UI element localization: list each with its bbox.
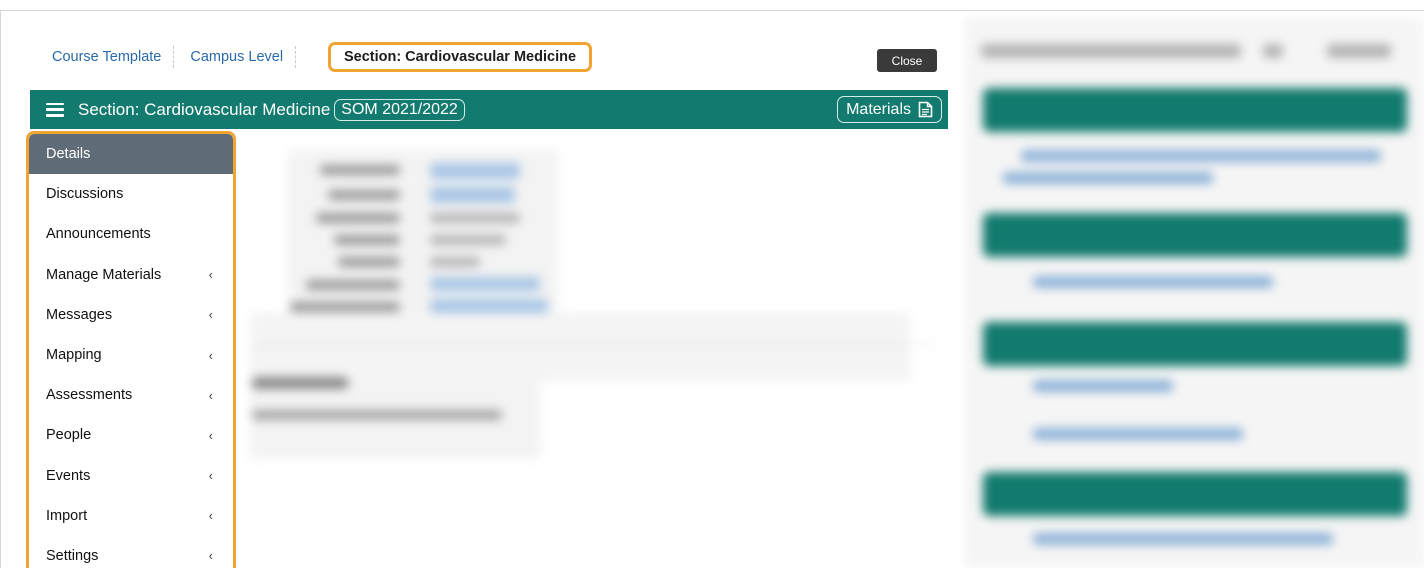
nav-item-messages[interactable]: Messages ‹	[29, 295, 233, 335]
details-content-blurred	[250, 145, 940, 465]
nav-item-settings[interactable]: Settings ‹	[29, 536, 233, 568]
nav-item-label: Details	[46, 146, 91, 163]
nav-item-label: Assessments	[46, 387, 133, 404]
nav-item-discussions[interactable]: Discussions	[29, 174, 233, 214]
nav-item-people[interactable]: People ‹	[29, 415, 233, 455]
nav-item-label: Discussions	[46, 186, 124, 203]
materials-label: Materials	[846, 100, 911, 118]
nav-item-label: Messages	[46, 306, 113, 323]
nav-item-label: Manage Materials	[46, 266, 162, 283]
nav-item-label: Mapping	[46, 347, 102, 364]
nav-item-assessments[interactable]: Assessments ‹	[29, 375, 233, 415]
section-nav-menu: Details Discussions Announcements Manage Ma…	[26, 131, 236, 568]
chevron-left-icon: ‹	[208, 307, 213, 323]
nav-item-details[interactable]: Details	[29, 134, 233, 175]
breadcrumb: Course Template Campus Level Section: Ca…	[52, 42, 592, 72]
breadcrumb-course-template[interactable]: Course Template	[52, 49, 161, 65]
chevron-left-icon: ‹	[208, 267, 213, 283]
section-title: Section: Cardiovascular Medicine	[78, 99, 331, 119]
nav-item-mapping[interactable]: Mapping ‹	[29, 335, 233, 375]
nav-item-import[interactable]: Import ‹	[29, 496, 233, 536]
breadcrumb-divider	[173, 46, 175, 68]
chevron-left-icon: ‹	[208, 427, 213, 443]
chevron-left-icon: ‹	[208, 347, 213, 363]
chevron-left-icon: ‹	[208, 548, 213, 564]
breadcrumb-current-section[interactable]: Section: Cardiovascular Medicine	[328, 42, 592, 72]
nav-item-announcements[interactable]: Announcements	[29, 214, 233, 254]
nav-item-label: People	[46, 427, 92, 444]
nav-item-label: Announcements	[46, 226, 151, 243]
document-icon	[918, 101, 933, 118]
breadcrumb-divider	[295, 46, 297, 68]
nav-item-label: Settings	[46, 547, 99, 564]
term-badge: SOM 2021/2022	[334, 98, 465, 121]
hamburger-icon[interactable]	[46, 102, 64, 117]
chevron-left-icon: ‹	[208, 508, 213, 524]
nav-item-label: Events	[46, 467, 91, 484]
materials-button[interactable]: Materials	[837, 96, 942, 123]
section-header-bar: Section: Cardiovascular Medicine SOM 202…	[30, 90, 948, 129]
close-button[interactable]: Close	[877, 49, 937, 72]
right-side-panel-blurred	[966, 18, 1424, 568]
nav-item-events[interactable]: Events ‹	[29, 456, 233, 496]
nav-item-label: Import	[46, 507, 88, 524]
chevron-left-icon: ‹	[208, 468, 213, 484]
breadcrumb-campus-level[interactable]: Campus Level	[190, 49, 283, 65]
chevron-left-icon: ‹	[208, 387, 213, 403]
nav-item-manage-materials[interactable]: Manage Materials ‹	[29, 255, 233, 295]
